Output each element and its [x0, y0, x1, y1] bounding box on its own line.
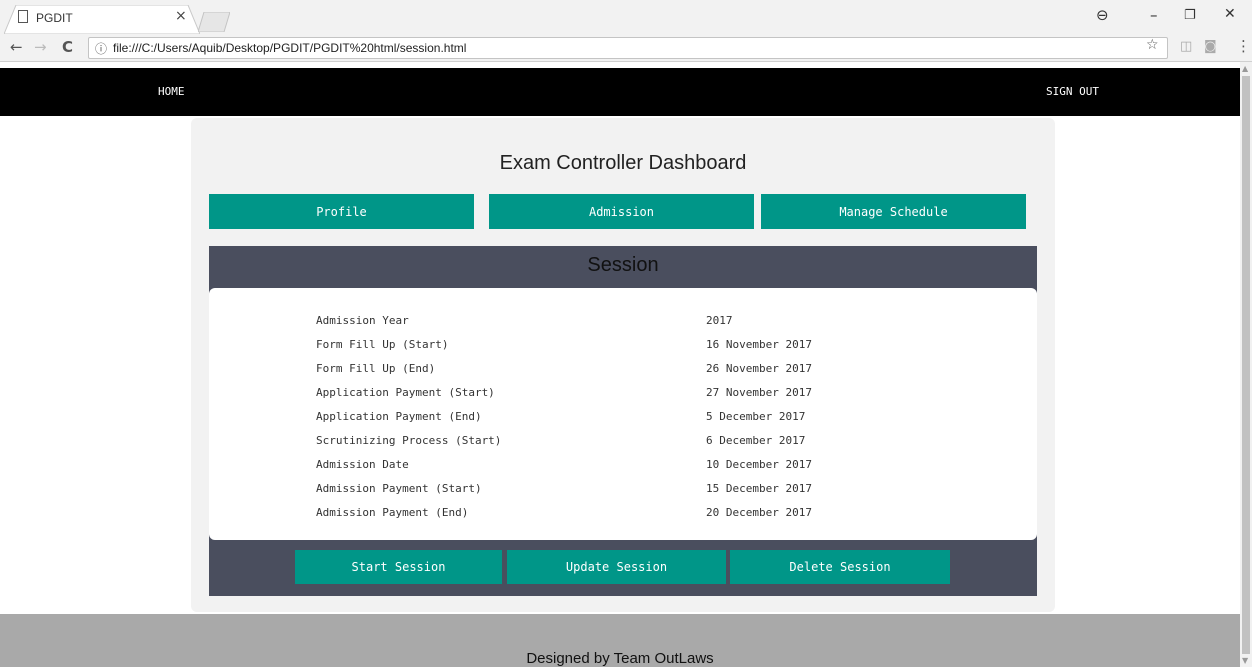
page-viewport: HOME SIGN OUT Exam Controller Dashboard … — [0, 62, 1240, 667]
browser-menu-icon[interactable]: ⋮ — [1236, 37, 1251, 55]
row-label: Application Payment (End) — [316, 410, 482, 423]
page-scrollbar[interactable]: ▲ ▼ — [1240, 62, 1252, 667]
forward-button[interactable]: → — [34, 38, 47, 56]
update-session-button[interactable]: Update Session — [507, 550, 726, 584]
browser-tab[interactable] — [4, 5, 200, 34]
back-button[interactable]: ← — [10, 38, 23, 56]
row-value: 20 December 2017 — [706, 506, 812, 519]
row-label: Application Payment (Start) — [316, 386, 495, 399]
row-label: Form Fill Up (Start) — [316, 338, 449, 351]
tab-close-icon[interactable]: × — [175, 8, 187, 24]
row-label: Scrutinizing Process (Start) — [316, 434, 502, 447]
scroll-down-icon[interactable]: ▼ — [1242, 656, 1248, 665]
info-icon[interactable]: ⓘ — [95, 40, 107, 57]
scroll-thumb[interactable] — [1242, 76, 1250, 654]
home-link[interactable]: HOME — [158, 85, 185, 98]
profile-icon[interactable]: ⊖ — [1096, 6, 1109, 24]
manage-schedule-button[interactable]: Manage Schedule — [761, 194, 1026, 229]
bookmark-star-icon[interactable]: ☆ — [1146, 37, 1159, 53]
row-value: 10 December 2017 — [706, 458, 812, 471]
session-details-card: Admission Year 2017 Form Fill Up (Start)… — [209, 288, 1037, 540]
row-label: Admission Year — [316, 314, 409, 327]
footer-text: Designed by Team OutLaws — [526, 650, 714, 667]
url-text[interactable]: file:///C:/Users/Aquib/Desktop/PGDIT/PGD… — [113, 41, 466, 55]
close-window-button[interactable]: ✕ — [1224, 6, 1236, 22]
row-value: 16 November 2017 — [706, 338, 812, 351]
row-label: Admission Date — [316, 458, 409, 471]
row-value: 6 December 2017 — [706, 434, 806, 447]
page-footer: Designed by Team OutLaws — [0, 614, 1240, 667]
start-session-button[interactable]: Start Session — [295, 550, 502, 584]
delete-session-button[interactable]: Delete Session — [730, 550, 950, 584]
dashboard-panel: Exam Controller Dashboard Profile Admiss… — [191, 118, 1055, 612]
top-navbar: HOME SIGN OUT — [0, 68, 1240, 116]
browser-toolbar: ← → C ⓘ file:///C:/Users/Aquib/Desktop/P… — [0, 34, 1252, 62]
session-section: Session Admission Year 2017 Form Fill Up… — [209, 246, 1037, 596]
row-value: 26 November 2017 — [706, 362, 812, 375]
row-value: 2017 — [706, 314, 733, 327]
reload-button[interactable]: C — [62, 38, 73, 56]
tab-title: PGDIT — [36, 11, 73, 25]
page-icon — [18, 10, 28, 23]
minimize-button[interactable]: – — [1150, 6, 1158, 24]
row-label: Form Fill Up (End) — [316, 362, 436, 375]
profile-button[interactable]: Profile — [209, 194, 474, 229]
admission-button[interactable]: Admission — [489, 194, 754, 229]
row-value: 27 November 2017 — [706, 386, 812, 399]
sign-out-link[interactable]: SIGN OUT — [1046, 85, 1099, 98]
extension-icon[interactable]: ◫ — [1180, 39, 1192, 54]
browser-tab-bar: PGDIT × ⊖ – ❐ ✕ — [0, 0, 1252, 34]
row-value: 15 December 2017 — [706, 482, 812, 495]
extension-icon-2[interactable]: ◙ — [1204, 39, 1217, 54]
new-tab-button[interactable] — [198, 12, 230, 32]
session-title: Session — [587, 254, 659, 276]
row-value: 5 December 2017 — [706, 410, 806, 423]
scroll-up-icon[interactable]: ▲ — [1242, 64, 1248, 73]
page-title: Exam Controller Dashboard — [499, 152, 747, 174]
restore-button[interactable]: ❐ — [1184, 8, 1196, 23]
address-bar[interactable]: ⓘ file:///C:/Users/Aquib/Desktop/PGDIT/P… — [88, 37, 1168, 59]
row-label: Admission Payment (Start) — [316, 482, 482, 495]
row-label: Admission Payment (End) — [316, 506, 469, 519]
